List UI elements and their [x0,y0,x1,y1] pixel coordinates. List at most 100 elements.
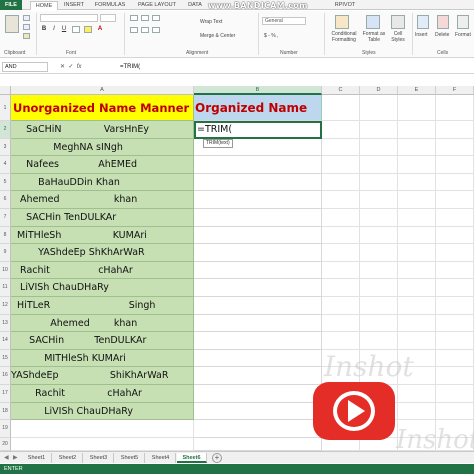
column-header-d[interactable]: D [360,86,398,95]
copy-icon[interactable] [23,24,30,30]
delete-cells-button[interactable]: Delete [435,32,449,38]
name-cell[interactable]: YAShdeEp ShKhArWaR [11,244,194,262]
empty-cell[interactable] [322,244,360,262]
fill-color-icon[interactable] [84,26,92,33]
empty-cell[interactable] [194,297,322,315]
format-cells-icon[interactable] [457,15,469,29]
column-header-a[interactable]: A [11,86,194,95]
cut-icon[interactable] [23,15,30,21]
align-top-icon[interactable] [130,15,138,21]
empty-cell[interactable] [436,121,474,139]
align-middle-icon[interactable] [141,15,149,21]
empty-cell[interactable] [194,402,322,421]
format-painter-icon[interactable] [23,33,30,39]
row-header[interactable]: 12 [0,297,11,315]
name-cell[interactable]: SACHin TenDULKAr [11,332,194,350]
format-cells-button[interactable]: Format [455,32,471,38]
empty-cell[interactable] [360,261,398,280]
row-header[interactable]: 15 [0,349,11,368]
header-cell-organized[interactable]: Organized Name [194,95,322,121]
font-color-icon[interactable]: A [96,25,104,33]
empty-cell[interactable] [436,349,474,368]
align-center-icon[interactable] [141,27,149,33]
empty-cell[interactable] [322,156,360,174]
row-header[interactable]: 14 [0,332,11,350]
underline-icon[interactable]: U [60,25,68,33]
empty-cell[interactable] [398,385,436,403]
delete-cells-icon[interactable] [437,15,449,29]
font-size-dropdown[interactable] [100,14,116,22]
insert-function-icon[interactable]: fx [77,64,82,70]
empty-cell[interactable] [194,385,322,403]
empty-cell[interactable] [360,297,398,315]
sheet-tab[interactable]: Sheet4 [146,453,176,463]
empty-cell[interactable] [436,332,474,350]
empty-cell[interactable] [436,95,474,121]
empty-cell[interactable] [360,209,398,227]
empty-cell[interactable] [194,191,322,209]
name-cell[interactable]: MeghNA sINgh [11,138,194,157]
empty-cell[interactable] [398,279,436,297]
bold-icon[interactable]: B [40,25,48,33]
tab-home[interactable]: HOME [30,1,58,10]
row-header[interactable]: 5 [0,173,11,192]
cancel-icon[interactable]: ✕ [60,64,65,70]
empty-cell[interactable] [360,95,398,121]
empty-cell[interactable] [360,173,398,192]
name-cell[interactable]: YAShdeEp ShiKhArWaR [11,367,194,385]
empty-cell[interactable] [360,244,398,262]
add-sheet-icon[interactable]: + [212,453,222,463]
empty-cell[interactable] [194,367,322,385]
wrap-text-button[interactable]: Wrap Text [200,19,222,25]
empty-cell[interactable] [322,138,360,157]
column-header-e[interactable]: E [398,86,436,95]
tab-file[interactable]: FILE [0,0,22,10]
empty-cell[interactable] [436,173,474,192]
empty-cell[interactable] [436,279,474,297]
cell-styles-icon[interactable] [391,15,405,29]
column-header-c[interactable]: C [322,86,360,95]
empty-cell[interactable] [436,156,474,174]
empty-cell[interactable] [322,332,360,350]
empty-cell[interactable] [322,95,360,121]
sheet-tab[interactable]: Sheet2 [53,453,83,463]
currency-percent-buttons[interactable]: $ - % , [264,33,278,39]
name-cell[interactable]: MITHleSh KUMAri [11,349,194,368]
name-cell[interactable]: BaHauDDin Khan [11,173,194,192]
empty-cell[interactable] [360,226,398,245]
empty-cell[interactable] [322,314,360,333]
empty-cell[interactable] [322,191,360,209]
empty-cell[interactable] [360,332,398,350]
name-cell[interactable]: Ahemed khan [11,314,194,333]
row-header[interactable]: 2 [0,121,11,139]
empty-cell[interactable] [398,297,436,315]
empty-cell[interactable] [194,244,322,262]
empty-cell[interactable] [436,297,474,315]
empty-cell[interactable] [436,261,474,280]
row-header[interactable]: 6 [0,191,11,209]
tab-data[interactable]: DATA [184,1,206,10]
empty-cell[interactable] [194,209,322,227]
merge-center-button[interactable]: Merge & Center [200,33,235,39]
empty-cell[interactable] [360,191,398,209]
name-cell[interactable]: Rachit cHahAr [11,385,194,403]
format-as-table-icon[interactable] [366,15,380,29]
empty-cell[interactable] [322,121,360,139]
row-header[interactable]: 17 [0,385,11,403]
active-cell-b2[interactable]: =TRIM( [194,121,322,139]
sheet-tab[interactable]: Sheet5 [115,453,145,463]
enter-icon[interactable]: ✓ [68,64,73,70]
row-header[interactable]: 18 [0,402,11,421]
tab-page-layout[interactable]: PAGE LAYOUT [133,1,181,10]
empty-cell[interactable] [360,138,398,157]
tab-insert[interactable]: INSERT [60,1,88,10]
name-cell[interactable]: Rachit cHahAr [11,261,194,280]
empty-cell[interactable] [194,437,322,451]
empty-cell[interactable] [398,402,436,421]
sheet-scroll-left-icon[interactable]: ◀ [4,454,9,461]
row-header[interactable]: 4 [0,156,11,174]
align-right-icon[interactable] [152,27,160,33]
empty-cell[interactable] [322,261,360,280]
conditional-formatting-icon[interactable] [335,15,349,29]
column-header-b[interactable]: B [194,86,322,95]
